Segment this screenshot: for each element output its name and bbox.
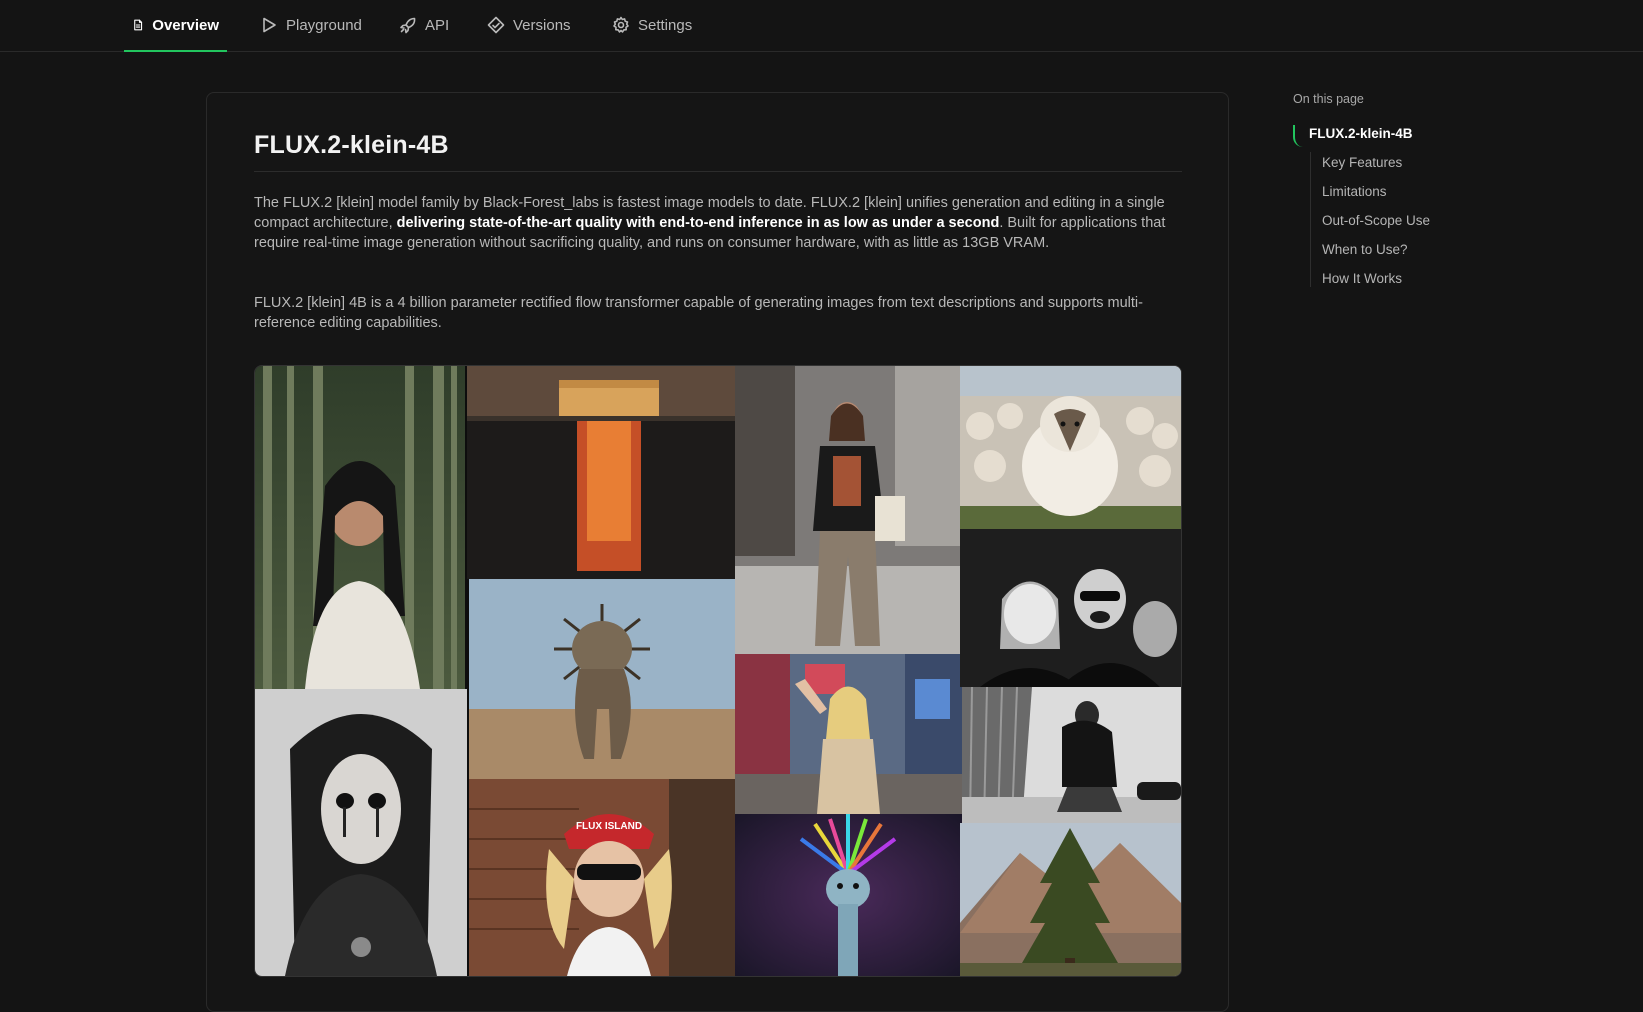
toc-item-flux-klein[interactable]: FLUX.2-klein-4B	[1309, 126, 1413, 141]
page-title: FLUX.2-klein-4B	[254, 131, 449, 159]
gallery-image-woman-cap: FLUX ISLAND	[469, 779, 735, 976]
gallery-image-party-crowd	[960, 529, 1181, 687]
cap-lettering: FLUX ISLAND	[576, 821, 642, 832]
toc-guide-line	[1310, 152, 1311, 287]
document-icon	[134, 19, 143, 31]
sample-image-gallery: FLUX ISLAND	[254, 365, 1182, 977]
intro-paragraph: The FLUX.2 [klein] model family by Black…	[254, 193, 1182, 253]
gallery-image-woman-coat	[962, 687, 1181, 823]
toc-item-limitations[interactable]: Limitations	[1322, 184, 1387, 199]
gallery-image-ostrich	[735, 814, 962, 976]
tab-label: Settings	[638, 17, 693, 34]
gallery-image-wolf-sheep	[960, 366, 1181, 529]
tab-playground[interactable]: Playground	[252, 16, 370, 51]
tab-label: Playground	[286, 17, 362, 34]
content-card: FLUX.2-klein-4B The FLUX.2 [klein] model…	[206, 92, 1229, 1012]
gallery-image-rocker-portrait	[255, 689, 467, 976]
gallery-image-woman-street	[735, 366, 960, 654]
title-divider	[254, 171, 1182, 172]
gallery-image-woman-city	[735, 654, 962, 814]
toc-item-out-of-scope-use[interactable]: Out-of-Scope Use	[1322, 213, 1430, 228]
gallery-image-mountain-pine	[960, 823, 1181, 976]
tab-label: Versions	[513, 17, 571, 34]
gallery-image-lion-desert	[469, 579, 735, 779]
tab-bar: Overview Playground API Versions Setting…	[0, 0, 1643, 52]
toc-item-when-to-use[interactable]: When to Use?	[1322, 242, 1408, 257]
intro-text-bold: delivering state-of-the-art quality with…	[396, 215, 1000, 231]
toc-active-indicator	[1293, 125, 1305, 147]
toc-item-how-it-works[interactable]: How It Works	[1322, 271, 1402, 286]
play-icon	[263, 17, 276, 33]
diamond-icon	[487, 16, 505, 34]
tab-label: API	[425, 17, 450, 34]
tab-settings[interactable]: Settings	[604, 16, 700, 51]
description-paragraph: FLUX.2 [klein] 4B is a 4 billion paramet…	[254, 295, 1143, 331]
tab-label: Overview	[152, 17, 219, 34]
toc-item-key-features[interactable]: Key Features	[1322, 155, 1402, 170]
rocket-icon	[400, 17, 416, 34]
gallery-image-woman-bamboo	[255, 366, 465, 689]
tab-api[interactable]: API	[391, 16, 457, 51]
tab-versions[interactable]: Versions	[479, 16, 579, 51]
toc-heading: On this page	[1293, 92, 1364, 106]
gear-icon	[613, 16, 629, 33]
tab-overview[interactable]: Overview	[124, 16, 227, 52]
gallery-image-palace-sunset	[467, 366, 735, 579]
